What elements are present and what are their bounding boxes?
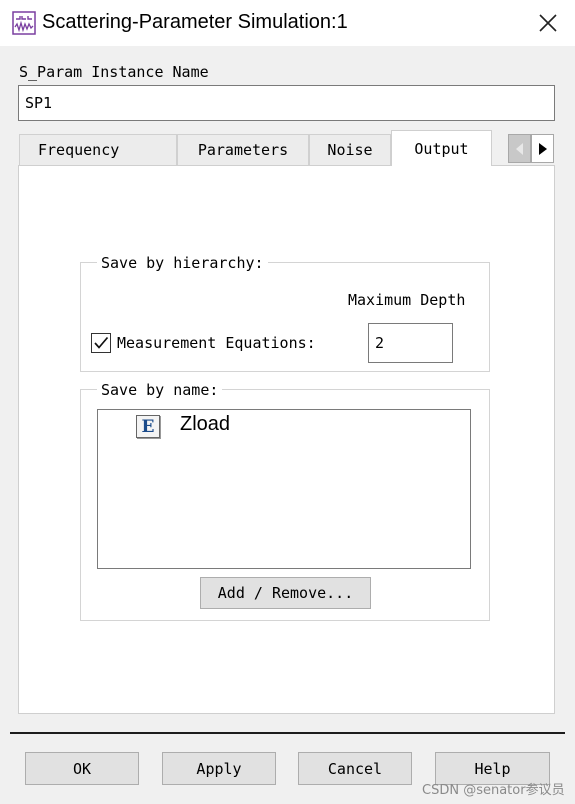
add-remove-button[interactable]: Add / Remove... xyxy=(200,577,371,609)
checkmark-icon xyxy=(94,336,109,349)
apply-button[interactable]: Apply xyxy=(162,752,276,785)
ok-button[interactable]: OK xyxy=(25,752,139,785)
close-icon xyxy=(539,14,557,32)
maximum-depth-input[interactable]: 2 xyxy=(368,323,453,363)
measurement-equations-label: Measurement Equations: xyxy=(117,334,316,352)
measurement-equations-checkbox[interactable] xyxy=(91,333,111,353)
close-button[interactable] xyxy=(528,8,568,38)
tab-parameters[interactable]: Parameters xyxy=(177,134,309,165)
list-item[interactable]: Zload xyxy=(180,413,230,436)
instance-name-input[interactable]: SP1 xyxy=(18,85,555,121)
separator xyxy=(10,732,565,734)
save-by-hierarchy-legend: Save by hierarchy: xyxy=(97,254,268,272)
cancel-button[interactable]: Cancel xyxy=(298,752,412,785)
tab-scroll-left-button[interactable] xyxy=(508,134,531,163)
save-by-name-legend: Save by name: xyxy=(97,381,223,399)
tab-scroll-controls xyxy=(508,134,556,163)
equation-icon: E xyxy=(136,415,160,438)
maximum-depth-label: Maximum Depth xyxy=(348,291,466,309)
watermark: CSDN @senator参议员 xyxy=(422,783,565,798)
tab-frequency[interactable]: Frequency xyxy=(19,134,177,165)
tab-output[interactable]: Output xyxy=(391,130,492,166)
arrow-right-icon xyxy=(538,142,547,155)
arrow-left-icon xyxy=(515,142,523,155)
window-title: Scattering-Parameter Simulation:1 xyxy=(42,11,348,33)
instance-name-label: S_Param Instance Name xyxy=(19,63,209,81)
app-icon xyxy=(12,11,36,35)
tab-scroll-right-button[interactable] xyxy=(531,134,554,163)
tab-noise[interactable]: Noise xyxy=(309,134,391,165)
